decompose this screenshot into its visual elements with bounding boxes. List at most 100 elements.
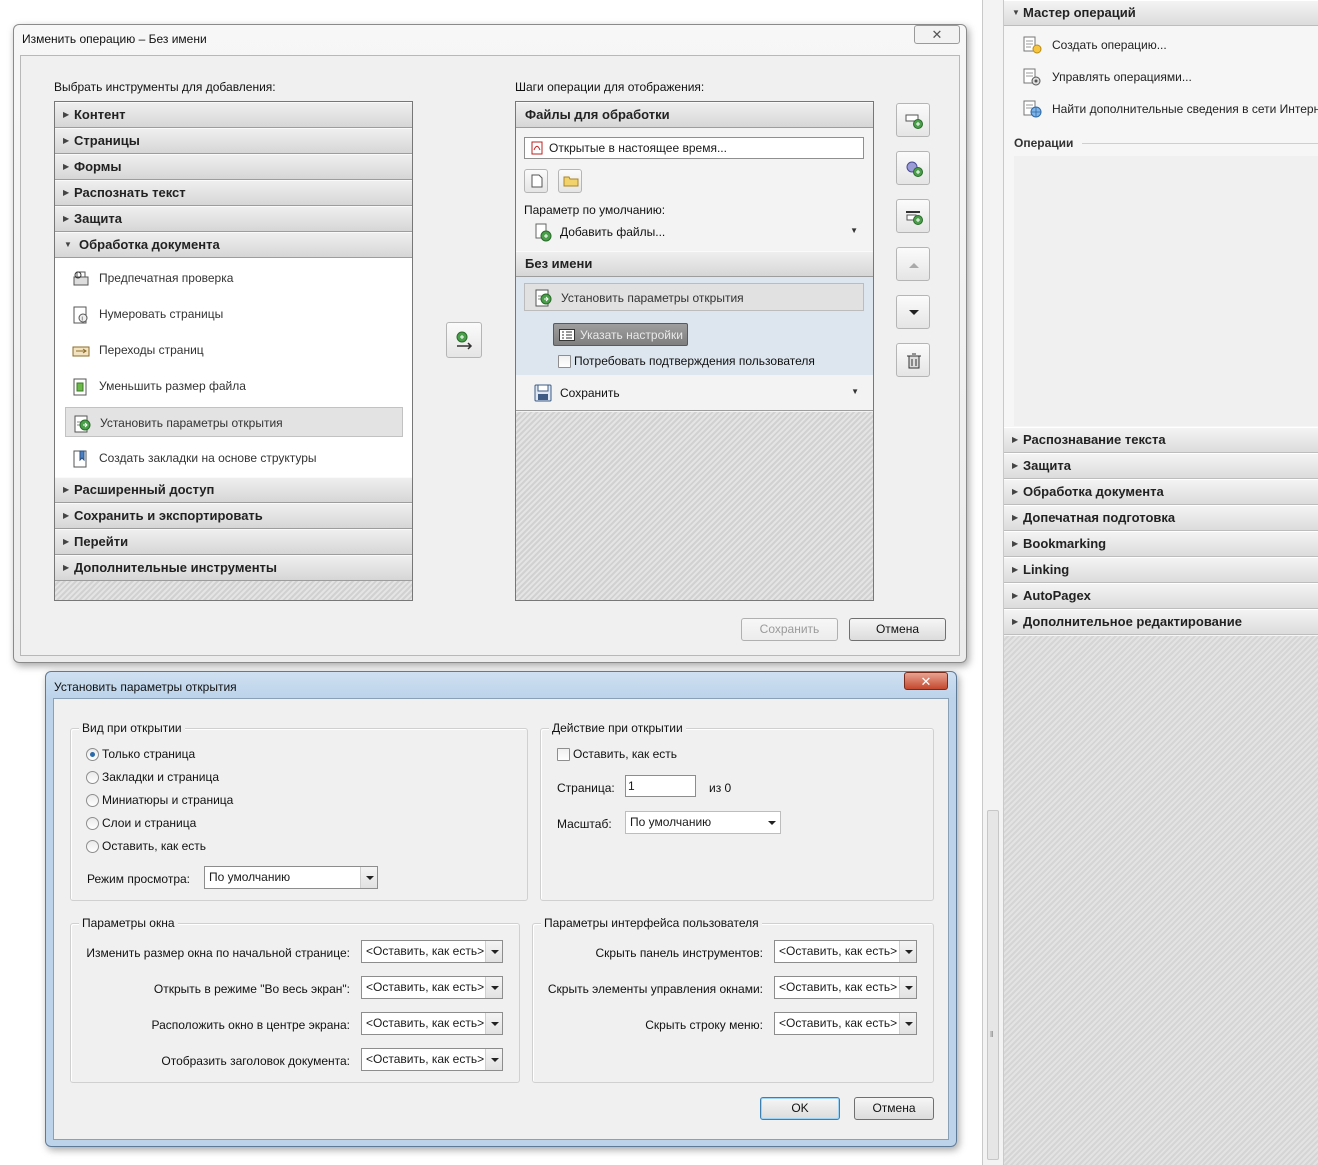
tool-label: Предпечатная проверка [99,271,234,285]
cancel-button[interactable]: Отмена [849,618,946,641]
save-button-label: Сохранить [759,622,820,636]
vertical-scrollbar[interactable] [987,810,999,1160]
ok-button[interactable]: OK [760,1097,840,1120]
create-action-label: Создать операцию... [1052,38,1167,52]
triangle-right-icon: ▶ [63,162,70,171]
category-save-export[interactable]: ▶ Сохранить и экспортировать [55,503,412,529]
cancel-button[interactable]: Отмена [854,1097,934,1120]
add-tool-button[interactable] [446,322,482,358]
add-instruction-button[interactable] [896,151,930,185]
category-more-tools[interactable]: ▶ Дополнительные инструменты [55,555,412,581]
specify-settings-button[interactable]: Указать настройки [553,323,688,346]
category-label: Обработка документа [79,237,220,252]
show-doc-title-label: Отобразить заголовок документа: [161,1054,350,1068]
tool-reduce-file-size[interactable]: Уменьшить размер файла [65,371,403,401]
close-button[interactable]: ✕ [904,672,948,690]
chevron-down-icon [899,977,916,998]
category-protection[interactable]: ▶ Защита [55,206,412,232]
open-action-group: Действие при открытии Оставить, как есть… [540,721,934,901]
require-confirm-checkbox[interactable] [558,355,571,368]
select-value: <Оставить, как есть> [779,980,898,994]
create-action-link[interactable]: Создать операцию... [1022,34,1167,56]
section-bookmarking[interactable]: ▶ Bookmarking [1004,531,1318,557]
action-name-header: Без имени [516,251,873,277]
add-files-dropdown[interactable]: Добавить файлы... ▼ [524,220,864,244]
full-screen-select[interactable]: <Оставить, как есть> [361,976,503,999]
tool-set-open-options[interactable]: Установить параметры открытия [65,407,403,437]
find-more-online-link[interactable]: Найти дополнительные сведения в сети Инт… [1022,98,1318,120]
select-value: <Оставить, как есть> [779,1016,898,1030]
category-label: Перейти [74,534,129,549]
add-panel-step-button[interactable] [896,103,930,137]
section-advanced-editing[interactable]: ▶ Дополнительное редактирование [1004,609,1318,635]
page-number-input[interactable]: 1 [625,775,696,797]
section-autopagex[interactable]: ▶ AutoPagex [1004,583,1318,609]
operations-list[interactable] [1014,156,1318,426]
category-content[interactable]: ▶ Контент [55,102,412,128]
add-files-icon [535,223,552,242]
category-recognize-text[interactable]: ▶ Распознать текст [55,180,412,206]
tool-label: Создать закладки на основе структуры [99,451,317,465]
triangle-down-icon: ▼ [64,240,72,249]
save-button[interactable]: Сохранить [741,618,838,641]
section-protection[interactable]: ▶ Защита [1004,453,1318,479]
triangle-right-icon: ▶ [63,511,70,520]
action-wizard-header[interactable]: ▼ Мастер операций [1004,0,1318,26]
category-accessibility[interactable]: ▶ Расширенный доступ [55,477,412,503]
tool-preflight[interactable]: Предпечатная проверка [65,263,403,293]
hide-toolbar-select[interactable]: <Оставить, как есть> [774,940,917,963]
center-window-select[interactable]: <Оставить, как есть> [361,1012,503,1035]
category-label: Сохранить и экспортировать [74,508,263,523]
radio-page-only[interactable] [86,748,99,761]
splitter-grip-icon[interactable]: ‖ [990,1031,998,1039]
step-save[interactable]: Сохранить ▼ [516,375,873,411]
zoom-label: Масштаб: [557,817,612,831]
tool-number-pages[interactable]: i Нумеровать страницы [65,299,403,329]
section-label: Дополнительное редактирование [1023,614,1242,629]
ok-button-label: OK [791,1101,809,1115]
section-linking[interactable]: ▶ Linking [1004,557,1318,583]
keep-as-is-checkbox[interactable] [557,748,570,761]
category-document-processing[interactable]: ▼ Обработка документа [55,232,412,258]
group-title: Действие при открытии [549,721,686,735]
manage-actions-icon [1023,68,1041,86]
hide-menubar-select[interactable]: <Оставить, как есть> [774,1012,917,1035]
show-doc-title-select[interactable]: <Оставить, как есть> [361,1048,503,1071]
files-field[interactable]: Открытые в настоящее время... [524,137,864,159]
section-text-recognition[interactable]: ▶ Распознавание текста [1004,427,1318,453]
triangle-right-icon: ▶ [1012,435,1019,444]
add-folder-button[interactable] [558,169,582,193]
radio-layers-page[interactable] [86,817,99,830]
hide-window-controls-select[interactable]: <Оставить, как есть> [774,976,917,999]
tool-label: Уменьшить размер файла [99,379,246,393]
category-forms[interactable]: ▶ Формы [55,154,412,180]
files-value: Открытые в настоящее время... [549,141,727,155]
step-label: Установить параметры открытия [561,291,744,305]
radio-keep-as-is[interactable] [86,840,99,853]
move-down-button[interactable] [896,295,930,329]
add-file-button[interactable] [524,169,548,193]
section-document-processing[interactable]: ▶ Обработка документа [1004,479,1318,505]
close-button[interactable]: ✕ [914,25,960,44]
tool-create-bookmarks[interactable]: Создать закладки на основе структуры [65,443,403,473]
radio-bookmarks-page[interactable] [86,771,99,784]
center-window-label: Расположить окно в центре экрана: [151,1018,350,1032]
dialog-title: Установить параметры открытия [54,680,237,694]
add-separator-button[interactable] [896,199,930,233]
delete-step-button[interactable] [896,343,930,377]
splitter-strip[interactable]: ‖ [982,0,1004,1165]
radio-thumbnails-page[interactable] [86,794,99,807]
view-mode-select[interactable]: По умолчанию [204,866,378,889]
step-set-open-options[interactable]: Установить параметры открытия [524,283,864,311]
zoom-select[interactable]: По умолчанию [625,811,781,834]
resize-window-select[interactable]: <Оставить, как есть> [361,940,503,963]
section-print-production[interactable]: ▶ Допечатная подготовка [1004,505,1318,531]
section-label: Linking [1023,562,1070,577]
select-value: <Оставить, как есть> [366,980,485,994]
manage-actions-link[interactable]: Управлять операциями... [1022,66,1192,88]
move-up-button[interactable] [896,247,930,281]
category-pages[interactable]: ▶ Страницы [55,128,412,154]
chevron-down-icon [899,1013,916,1034]
tool-page-transitions[interactable]: Переходы страниц [65,335,403,365]
category-go-to[interactable]: ▶ Перейти [55,529,412,555]
